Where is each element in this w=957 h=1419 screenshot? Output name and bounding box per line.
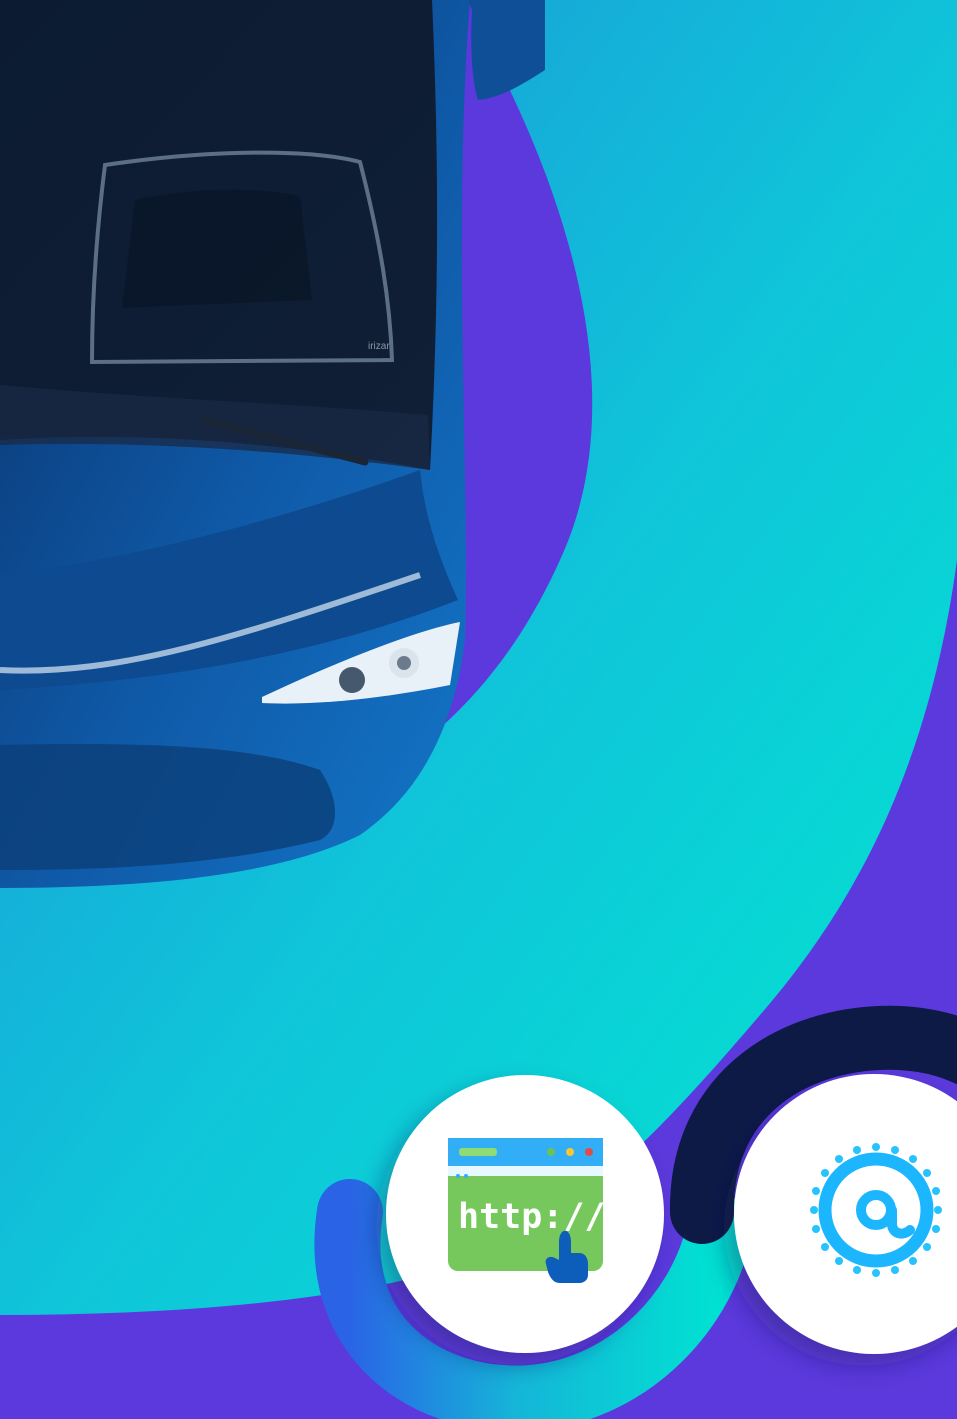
promo-banner: irizar http:// [0, 0, 957, 1419]
web-link-button[interactable]: web-url-icon [386, 1075, 665, 1354]
bus-brand-logo: irizar [368, 341, 390, 352]
